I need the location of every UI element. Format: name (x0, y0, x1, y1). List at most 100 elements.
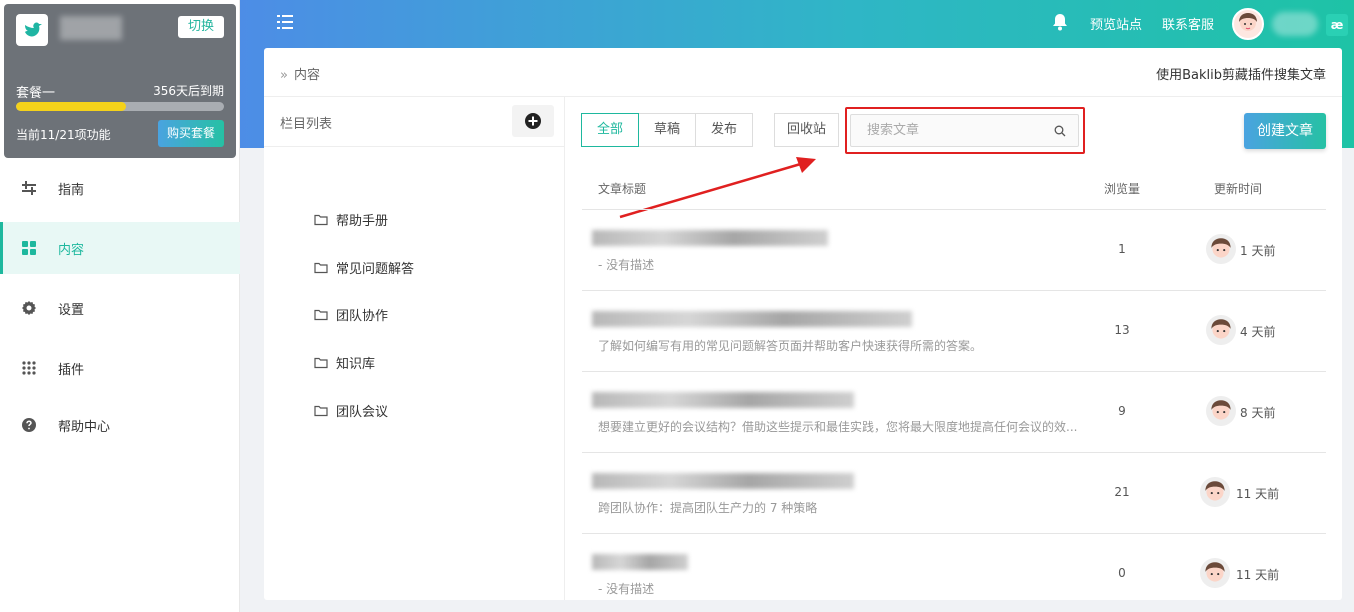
column-item[interactable]: 团队协作 (314, 305, 388, 324)
article-title-blurred[interactable] (592, 473, 854, 489)
contact-support-link[interactable]: 联系客服 (1162, 14, 1214, 33)
columns-panel: 栏目列表 帮助手册 常见问题解答 团队协作 知识库 团队会议 (264, 97, 565, 600)
status-tabs: 全部 草稿 发布 (581, 113, 754, 147)
column-item[interactable]: 帮助手册 (314, 210, 388, 229)
search-input[interactable] (851, 115, 1078, 146)
main-panel: » 内容 使用Baklib剪藏插件搜集文章 栏目列表 帮助手册 常见问题解答 团队… (264, 48, 1342, 600)
sidebar-item-label: 设置 (58, 302, 85, 318)
folder-icon (314, 262, 328, 273)
recycle-bin-button[interactable]: 回收站 (774, 113, 840, 147)
article-views: 13 (1114, 323, 1130, 337)
article-desc: 跨团队协作：提高团队生产力的 7 种策略 (598, 501, 818, 515)
column-item[interactable]: 团队会议 (314, 401, 388, 420)
article-updated: 8 天前 (1240, 406, 1276, 420)
gear-icon (20, 299, 38, 317)
header-title: 文章标题 (598, 182, 647, 196)
column-item-label: 常见问题解答 (336, 262, 415, 277)
search-icon[interactable] (1054, 125, 1066, 137)
switch-button[interactable]: 切换 (178, 16, 224, 38)
clipper-plugin-link[interactable]: 使用Baklib剪藏插件搜集文章 (1156, 64, 1326, 83)
author-avatar (1206, 396, 1236, 426)
article-title-blurred[interactable] (592, 392, 854, 408)
table-row[interactable]: 了解如何编写有用的常见问题解答页面并帮助客户快速获得所需的答案。 13 4 天前 (582, 291, 1326, 372)
article-title-blurred[interactable] (592, 311, 912, 327)
plan-name: 套餐一 (16, 86, 56, 101)
author-avatar (1200, 558, 1230, 588)
columns-header: 栏目列表 (264, 97, 564, 147)
plan-card: 切换 套餐一 356天后到期 当前11/21项功能 购买套餐 (4, 4, 236, 158)
column-item-label: 团队协作 (336, 309, 389, 324)
header-views: 浏览量 (1104, 182, 1141, 196)
plan-usage: 当前11/21项功能 (16, 128, 111, 142)
article-views: 21 (1114, 485, 1130, 499)
sidebar-item-label: 指南 (58, 182, 85, 198)
sidebar: 切换 套餐一 356天后到期 当前11/21项功能 购买套餐 指南 内容 设置 … (0, 0, 240, 612)
author-avatar (1206, 315, 1236, 345)
plan-expire: 356天后到期 (153, 84, 224, 98)
search-box (850, 114, 1079, 147)
sidebar-item-content[interactable]: 内容 (0, 222, 240, 274)
sidebar-item-label: 内容 (58, 242, 85, 258)
table-row[interactable]: - 没有描述 1 1 天前 (582, 210, 1326, 291)
bird-logo-icon (16, 14, 48, 46)
author-avatar (1200, 477, 1230, 507)
article-title-blurred[interactable] (592, 554, 688, 570)
article-updated: 1 天前 (1240, 244, 1276, 258)
sidebar-item-help[interactable]: 帮助中心 (0, 399, 240, 451)
help-icon (20, 416, 38, 434)
article-updated: 11 天前 (1236, 487, 1280, 501)
folder-icon (314, 405, 328, 416)
tab-all[interactable]: 全部 (581, 113, 640, 147)
brand-logo: æ (1326, 14, 1348, 36)
user-avatar[interactable] (1232, 8, 1264, 40)
column-item-label: 知识库 (336, 357, 376, 372)
plan-progress-fill (16, 102, 127, 111)
guide-icon (20, 179, 38, 197)
table-row[interactable]: 跨团队协作：提高团队生产力的 7 种策略 21 11 天前 (582, 453, 1326, 534)
article-views: 1 (1118, 242, 1126, 256)
create-article-button[interactable]: 创建文章 (1244, 113, 1326, 149)
breadcrumb-current: 内容 (293, 68, 320, 83)
breadcrumb-trail: » 内容 (280, 64, 320, 83)
sidebar-item-guide[interactable]: 指南 (0, 162, 240, 214)
article-desc: 了解如何编写有用的常见问题解答页面并帮助客户快速获得所需的答案。 (598, 339, 983, 353)
folder-icon (314, 357, 328, 368)
author-avatar (1206, 234, 1236, 264)
folder-icon (314, 214, 328, 225)
sidebar-item-plugins[interactable]: 插件 (0, 342, 240, 394)
columns-title: 栏目列表 (280, 117, 333, 132)
folder-icon (314, 309, 328, 320)
article-views: 9 (1118, 404, 1126, 418)
plus-circle-icon (525, 113, 541, 129)
preview-site-link[interactable]: 预览站点 (1090, 14, 1142, 33)
dots-grid-icon (20, 359, 38, 377)
tab-drafts[interactable]: 草稿 (638, 113, 697, 147)
column-item-label: 帮助手册 (336, 214, 389, 229)
article-desc: - 没有描述 (598, 582, 655, 596)
article-title-blurred[interactable] (592, 230, 828, 246)
user-name-blurred (1272, 12, 1318, 36)
article-desc: 想要建立更好的会议结构？借助这些提示和最佳实践，您将最大限度地提高任何会议的效.… (598, 420, 1078, 434)
table-row[interactable]: - 没有描述 0 11 天前 (582, 534, 1326, 600)
plan-progress-bar (16, 102, 224, 111)
menu-toggle-icon[interactable] (277, 15, 295, 31)
tab-published[interactable]: 发布 (695, 113, 754, 147)
column-item[interactable]: 知识库 (314, 353, 375, 372)
notification-bell-icon[interactable] (1050, 12, 1070, 32)
column-item[interactable]: 常见问题解答 (314, 258, 414, 277)
double-chevron-icon: » (280, 68, 288, 83)
buy-plan-button[interactable]: 购买套餐 (158, 120, 224, 147)
sidebar-item-settings[interactable]: 设置 (0, 282, 240, 334)
sidebar-item-label: 帮助中心 (58, 419, 111, 435)
breadcrumb: » 内容 使用Baklib剪藏插件搜集文章 (264, 48, 1342, 97)
header-updated: 更新时间 (1214, 182, 1263, 196)
article-updated: 11 天前 (1236, 568, 1280, 582)
article-updated: 4 天前 (1240, 325, 1276, 339)
column-item-label: 团队会议 (336, 405, 389, 420)
add-column-button[interactable] (512, 105, 554, 137)
site-name-blurred (60, 16, 122, 40)
table-row[interactable]: 想要建立更好的会议结构？借助这些提示和最佳实践，您将最大限度地提高任何会议的效.… (582, 372, 1326, 453)
sidebar-item-label: 插件 (58, 362, 85, 378)
article-views: 0 (1118, 566, 1126, 580)
article-desc: - 没有描述 (598, 258, 655, 272)
